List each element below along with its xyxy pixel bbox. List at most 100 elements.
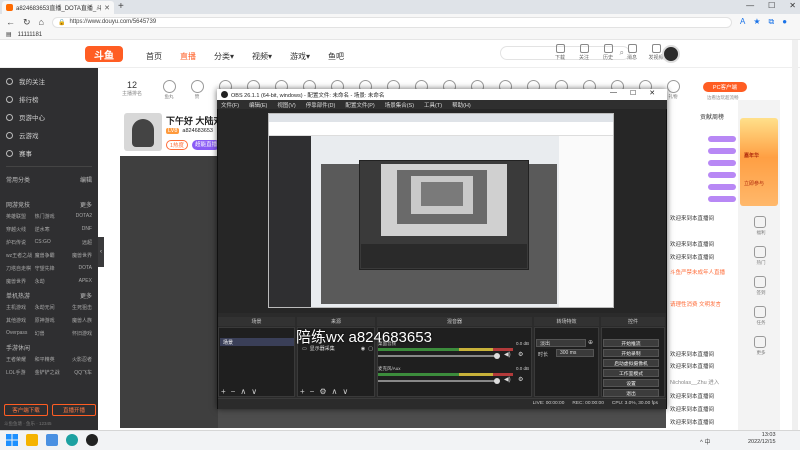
category-link[interactable]: Overpass [6,330,35,337]
category-link[interactable]: APEX [63,278,92,285]
task-icon[interactable] [754,306,766,318]
obs-menu-profile[interactable]: 配置文件(P) [345,101,374,109]
category-link[interactable]: DOTA [63,265,92,272]
hot-icon[interactable] [754,246,766,258]
category-link[interactable]: 热门游戏 [35,213,64,220]
history-icon[interactable]: 历史 [598,44,618,61]
minimize-button[interactable]: — [746,1,754,10]
category-link[interactable]: 炉石传说 [6,239,35,246]
exit-button[interactable]: 退出 [603,389,659,397]
chat-tab-weekly[interactable]: 贡献周榜 [700,112,724,121]
sidebar-item-follow[interactable]: 我的关注 [0,72,98,90]
up-icon[interactable]: ∧ [332,387,338,396]
heat-tag[interactable]: 1热度 [166,140,189,150]
obs-menu-edit[interactable]: 编辑(E) [249,101,267,109]
category-link[interactable]: 怀旧游戏 [63,330,92,337]
obs-menu-docks[interactable]: 停靠部件(D) [306,101,336,109]
obs-menu-help[interactable]: 帮助(H) [452,101,471,109]
start-streaming-button[interactable]: 开始推流 [603,339,659,347]
back-button[interactable]: ← [6,17,15,27]
obs-menu-tools[interactable]: 工具(T) [424,101,442,109]
start-recording-button[interactable]: 开始录制 [603,349,659,357]
nav-category[interactable]: 分类▾ [214,51,234,62]
refresh-button[interactable]: ↻ [23,17,31,28]
remove-icon[interactable]: − [231,387,236,396]
nav-fishbar[interactable]: 鱼吧 [328,51,344,62]
nav-home[interactable]: 首页 [146,51,162,62]
browser-tab-active[interactable]: a824683653直播_DOTA直播_斗... ✕ [2,1,114,14]
category-link[interactable]: 永劫 [35,278,64,285]
tab-close-icon[interactable]: ✕ [104,4,110,12]
category-link[interactable]: LOL手游 [6,369,35,376]
favorite-star-icon[interactable]: ★ [753,17,760,27]
virtual-camera-button[interactable]: 启动虚拟摄像机 [603,359,659,367]
obs-preview-canvas[interactable] [268,113,614,308]
category-link[interactable]: 幻兽 [35,330,64,337]
category-link[interactable]: 魔兽争霸 [35,252,64,259]
category-link[interactable]: 魔兽人族 [63,317,92,324]
message-icon[interactable]: 消息 [622,44,642,61]
nav-video[interactable]: 视频▾ [252,51,272,62]
sidebar-item-ranking[interactable]: 排行榜 [0,90,98,108]
category-link[interactable]: 永劫无间 [35,304,64,311]
user-avatar[interactable] [662,45,680,63]
pc-client-button[interactable]: PC客户端 [703,82,747,92]
duration-input[interactable]: 300 ms [556,349,594,357]
url-input[interactable]: 🔒 https://www.douyu.com/5645739 [51,16,732,28]
taskbar-clock[interactable]: 13:03 2022/12/15 [748,432,776,446]
transition-select[interactable]: 淡出 [536,339,586,347]
nav-game[interactable]: 游戏▾ [290,51,310,62]
obs-minimize-button[interactable]: — [610,89,617,97]
sidebar-item-cloudgame[interactable]: 云游戏 [0,126,98,144]
category-link[interactable]: 主机游戏 [6,304,35,311]
edit-link[interactable]: 编辑 [80,175,92,184]
collections-icon[interactable]: ⧉ [769,17,775,27]
obs-maximize-button[interactable]: ☐ [630,89,636,97]
obs-taskbar-icon[interactable] [86,434,98,446]
room-owner-name[interactable]: a824683653 [182,128,213,134]
add-icon[interactable]: ⊕ [588,339,593,346]
follow-icon[interactable]: 关注 [574,44,594,61]
volume-slider-handle[interactable] [494,353,500,359]
close-button[interactable]: ✕ [789,1,796,10]
new-tab-button[interactable]: + [118,1,124,12]
category-link[interactable]: 远超 [63,239,92,246]
volume-slider[interactable] [378,380,498,382]
gear-icon[interactable]: ⚙ [518,351,523,358]
sidebar-collapse-handle[interactable]: ‹ [98,237,104,267]
category-link[interactable]: 刀塔自走棋 [6,265,35,272]
file-explorer-icon[interactable] [46,434,58,446]
more-link[interactable]: 更多 [80,200,92,209]
add-icon[interactable]: + [221,387,226,396]
reader-icon[interactable]: A [740,17,745,27]
category-link[interactable]: 穿越火线 [6,226,35,233]
windows-start-icon[interactable] [6,434,18,446]
category-link[interactable]: CS:GO [35,239,64,246]
down-icon[interactable]: ∨ [342,387,348,396]
category-link[interactable]: 王者荣耀 [6,356,35,363]
more-link[interactable]: 更多 [80,291,92,300]
add-icon[interactable]: + [300,387,305,396]
category-link[interactable]: DOTA2 [63,213,92,220]
bookmark-item[interactable]: 11111181 [18,32,42,38]
speaker-icon[interactable]: ◀) [504,376,511,383]
promo-banner[interactable] [740,118,778,206]
home-button[interactable]: ⌂ [39,17,44,27]
studio-mode-button[interactable]: 工作室模式 [603,369,659,377]
edge-browser-icon[interactable] [66,434,78,446]
obs-menu-view[interactable]: 视图(V) [277,101,295,109]
system-tray[interactable]: ^ 中 [700,437,710,446]
category-link[interactable]: 英雄联盟 [6,213,35,220]
more-icon[interactable] [754,336,766,348]
douyu-logo[interactable]: 斗鱼 [85,46,123,62]
volume-slider-handle[interactable] [494,378,500,384]
category-link[interactable]: 魔兽世界 [63,252,92,259]
category-link[interactable]: 其他游戏 [6,317,35,324]
category-link[interactable]: 生死狙击 [63,304,92,311]
anchor-rank[interactable]: 12 主播排名 [122,80,142,97]
checkin-icon[interactable] [754,276,766,288]
download-icon[interactable]: 下载 [550,44,570,61]
gear-icon[interactable]: ⚙ [518,376,523,383]
obs-menu-file[interactable]: 文件(F) [221,101,239,109]
app-icon[interactable] [26,434,38,446]
